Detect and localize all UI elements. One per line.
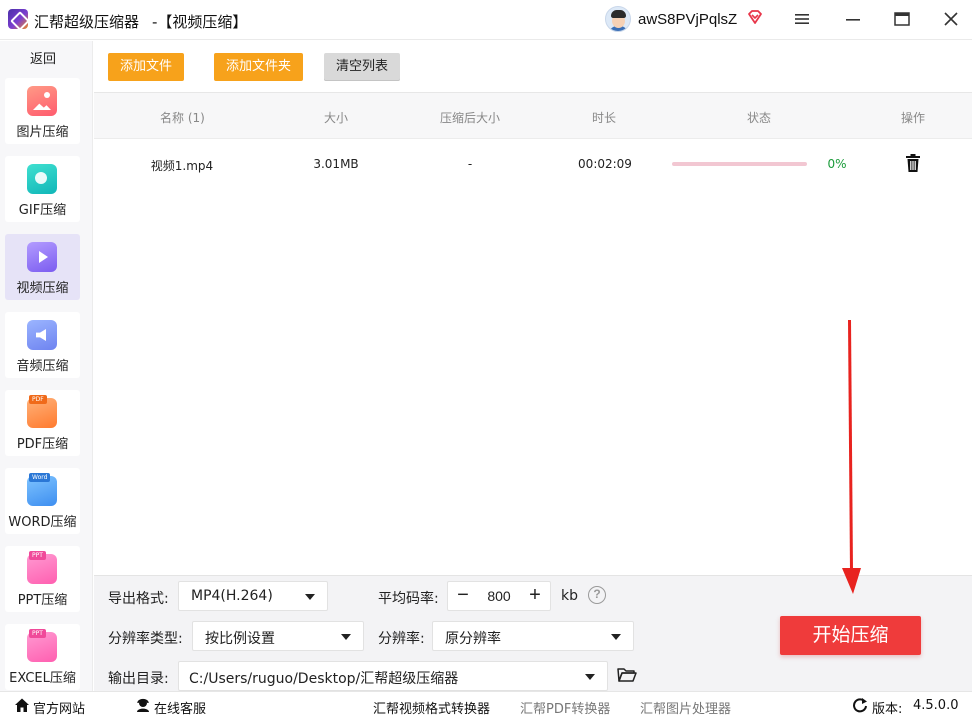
sidebar-item-gif[interactable]: GIF压缩 [5, 156, 80, 222]
sidebar-item-label: PDF压缩 [16, 437, 69, 452]
resolution-value: 原分辨率 [445, 631, 501, 647]
home-icon [15, 698, 29, 712]
title-bar: 汇帮超级压缩器 -【视频压缩】 awS8PVjPqlsZ [0, 0, 972, 40]
progress-bar [672, 162, 807, 166]
resolution-select[interactable]: 原分辨率 [432, 621, 634, 651]
column-header-status: 状态 [746, 111, 771, 125]
format-label: 导出格式: [108, 591, 169, 607]
app-title: 汇帮超级压缩器 [34, 13, 140, 31]
resolution-type-value: 按比例设置 [205, 631, 275, 647]
trash-icon[interactable] [905, 154, 921, 172]
resolution-label: 分辨率: [378, 631, 425, 647]
sidebar-item-label: 视频压缩 [16, 281, 69, 296]
sidebar-item-image[interactable]: 图片压缩 [5, 78, 80, 144]
word-icon: Word [27, 473, 57, 506]
file-name: 视频1.mp4 [150, 159, 214, 173]
refresh-icon[interactable] [852, 697, 868, 713]
customer-service-icon [137, 698, 149, 712]
file-size: 3.01MB [313, 157, 359, 171]
vip-diamond-icon[interactable] [747, 9, 763, 25]
column-header-name[interactable]: 名称 (1) [160, 109, 205, 126]
column-header-compressed-size: 压缩后大小 [439, 111, 500, 125]
folder-open-icon[interactable] [617, 667, 637, 683]
file-list-area[interactable] [94, 186, 972, 575]
bitrate-label: 平均码率: [378, 591, 439, 607]
output-dir-value: C:/Users/ruguo/Desktop/汇帮超级压缩器 [189, 671, 459, 687]
avatar[interactable] [605, 6, 631, 32]
excel-icon: PPT [27, 629, 57, 662]
chevron-down-icon [585, 674, 595, 680]
resolution-type-label: 分辨率类型: [108, 631, 183, 647]
table-row[interactable]: 视频1.mp4 3.01MB - 00:02:09 0% [94, 140, 972, 186]
official-website-link[interactable]: 官方网站 [33, 698, 85, 717]
back-button[interactable]: 返回 [0, 48, 86, 67]
column-header-size: 大小 [323, 111, 348, 125]
sidebar-item-excel[interactable]: PPT EXCEL压缩 [5, 624, 80, 690]
settings-panel: 导出格式: MP4(H.264) 平均码率: − 800 + kb ? 分辨率类… [94, 575, 972, 691]
decrement-button[interactable]: − [450, 583, 476, 609]
close-icon[interactable] [935, 5, 967, 33]
pdf-icon: PDF [27, 395, 57, 428]
clear-list-button[interactable]: 清空列表 [324, 53, 401, 81]
footer: 官方网站 在线客服 汇帮视频格式转换器 汇帮PDF转换器 汇帮图片处理器 版本:… [0, 691, 972, 719]
ppt-icon: PPT [27, 551, 57, 584]
chevron-down-icon [611, 634, 621, 640]
maximize-icon[interactable] [886, 5, 918, 33]
video-converter-link[interactable]: 汇帮视频格式转换器 [373, 698, 490, 717]
increment-button[interactable]: + [522, 583, 548, 609]
app-logo-icon [8, 9, 28, 29]
sidebar-item-audio[interactable]: 音频压缩 [5, 312, 80, 378]
toolbar: 添加文件 添加文件夹 清空列表 [94, 41, 972, 93]
sidebar-item-pdf[interactable]: PDF PDF压缩 [5, 390, 80, 456]
format-select[interactable]: MP4(H.264) [178, 581, 328, 611]
table-header: 名称 (1) 大小 压缩后大小 时长 状态 操作 [94, 93, 972, 139]
bitrate-unit: kb [561, 588, 578, 604]
sidebar-item-word[interactable]: Word WORD压缩 [5, 468, 80, 534]
minimize-icon[interactable] [837, 5, 869, 33]
output-dir-select[interactable]: C:/Users/ruguo/Desktop/汇帮超级压缩器 [178, 661, 608, 691]
video-icon [27, 242, 57, 272]
sidebar-item-label: EXCEL压缩 [9, 671, 76, 686]
compressed-size: - [467, 157, 473, 171]
sidebar-item-label: WORD压缩 [8, 515, 77, 530]
version-label: 版本: [872, 702, 903, 717]
pdf-converter-link[interactable]: 汇帮PDF转换器 [520, 698, 610, 717]
sidebar-item-label: 音频压缩 [16, 359, 69, 374]
add-file-button[interactable]: 添加文件 [108, 53, 185, 81]
sidebar-item-ppt[interactable]: PPT PPT压缩 [5, 546, 80, 612]
version-number: 4.5.0.0 [913, 698, 959, 713]
format-value: MP4(H.264) [191, 588, 273, 604]
help-icon[interactable]: ? [588, 586, 606, 604]
sidebar-item-video[interactable]: 视频压缩 [5, 234, 80, 300]
progress-percent: 0% [827, 157, 847, 171]
sidebar: 返回 图片压缩 GIF压缩 视频压缩 音频压缩 PDF PDF压缩 Word W… [0, 41, 93, 691]
start-compress-button[interactable]: 开始压缩 [780, 616, 921, 655]
sidebar-item-label: 图片压缩 [16, 125, 69, 140]
sidebar-item-label: GIF压缩 [18, 203, 67, 218]
add-folder-button[interactable]: 添加文件夹 [214, 53, 304, 81]
username[interactable]: awS8PVjPqlsZ [638, 11, 737, 28]
sidebar-item-label: PPT压缩 [17, 593, 68, 608]
chevron-down-icon [305, 594, 315, 600]
online-support-link[interactable]: 在线客服 [154, 698, 206, 717]
column-header-duration: 时长 [591, 111, 616, 125]
chevron-down-icon [341, 634, 351, 640]
column-header-actions: 操作 [900, 111, 925, 125]
resolution-type-select[interactable]: 按比例设置 [192, 621, 364, 651]
window-title: -【视频压缩】 [152, 13, 248, 31]
audio-icon [27, 320, 57, 350]
bitrate-stepper: − 800 + [447, 581, 551, 611]
image-processor-link[interactable]: 汇帮图片处理器 [640, 698, 731, 717]
duration: 00:02:09 [578, 157, 632, 171]
gif-icon [27, 164, 57, 194]
bitrate-value[interactable]: 800 [474, 588, 524, 604]
image-icon [27, 86, 57, 116]
menu-icon[interactable] [786, 5, 818, 33]
output-dir-label: 输出目录: [108, 671, 169, 687]
